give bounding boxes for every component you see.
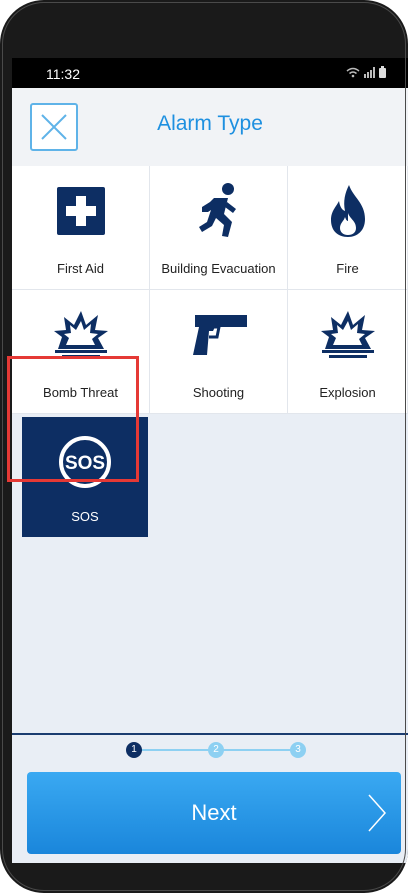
- alarm-type-bomb-threat[interactable]: Bomb Threat: [12, 290, 150, 414]
- gun-icon: [192, 315, 247, 355]
- phone-frame: 11:32 Alarm Type First Aid Building Evac…: [0, 0, 408, 893]
- explosion-icon: [320, 311, 375, 358]
- step-3-dot: 3: [290, 742, 306, 758]
- status-bar: 11:32: [12, 58, 408, 88]
- alarm-type-label: Bomb Threat: [43, 385, 118, 400]
- alarm-type-explosion[interactable]: Explosion: [288, 290, 408, 414]
- step-1-dot: 1: [126, 742, 142, 758]
- bomb-icon: [53, 311, 108, 358]
- alarm-type-fire[interactable]: Fire: [288, 166, 408, 290]
- chevron-right-icon: [368, 794, 387, 832]
- wifi-icon: [346, 67, 360, 78]
- svg-text:SOS: SOS: [65, 453, 105, 474]
- alarm-type-shooting[interactable]: Shooting: [150, 290, 288, 414]
- app-screen: 11:32 Alarm Type First Aid Building Evac…: [12, 58, 408, 863]
- first-aid-icon: [56, 187, 105, 235]
- alarm-type-building-evacuation[interactable]: Building Evacuation: [150, 166, 288, 290]
- alarm-type-label: Fire: [336, 261, 359, 276]
- signal-icon: [363, 67, 375, 78]
- header: Alarm Type: [12, 88, 408, 167]
- next-button-label: Next: [191, 800, 237, 825]
- battery-icon: [379, 66, 386, 78]
- fire-icon: [330, 185, 365, 237]
- alarm-type-label: SOS: [71, 509, 99, 524]
- alarm-type-label: Explosion: [319, 385, 376, 400]
- running-person-icon: [198, 183, 236, 237]
- alarm-type-label: Building Evacuation: [161, 261, 276, 276]
- alarm-type-first-aid[interactable]: First Aid: [12, 166, 150, 290]
- step-2-dot: 2: [208, 742, 224, 758]
- status-time: 11:32: [46, 66, 80, 82]
- alarm-type-label: Shooting: [192, 385, 245, 400]
- next-button[interactable]: Next: [27, 772, 401, 854]
- sos-icon: SOS: [59, 436, 111, 488]
- step-connector: [134, 749, 212, 751]
- step-connector: [216, 749, 294, 751]
- step-indicator: 1 2 3: [12, 733, 408, 765]
- alarm-type-label: First Aid: [57, 261, 104, 276]
- alarm-type-sos[interactable]: SOS SOS: [22, 417, 148, 537]
- status-icons: [346, 66, 386, 81]
- page-title: Alarm Type: [157, 112, 263, 135]
